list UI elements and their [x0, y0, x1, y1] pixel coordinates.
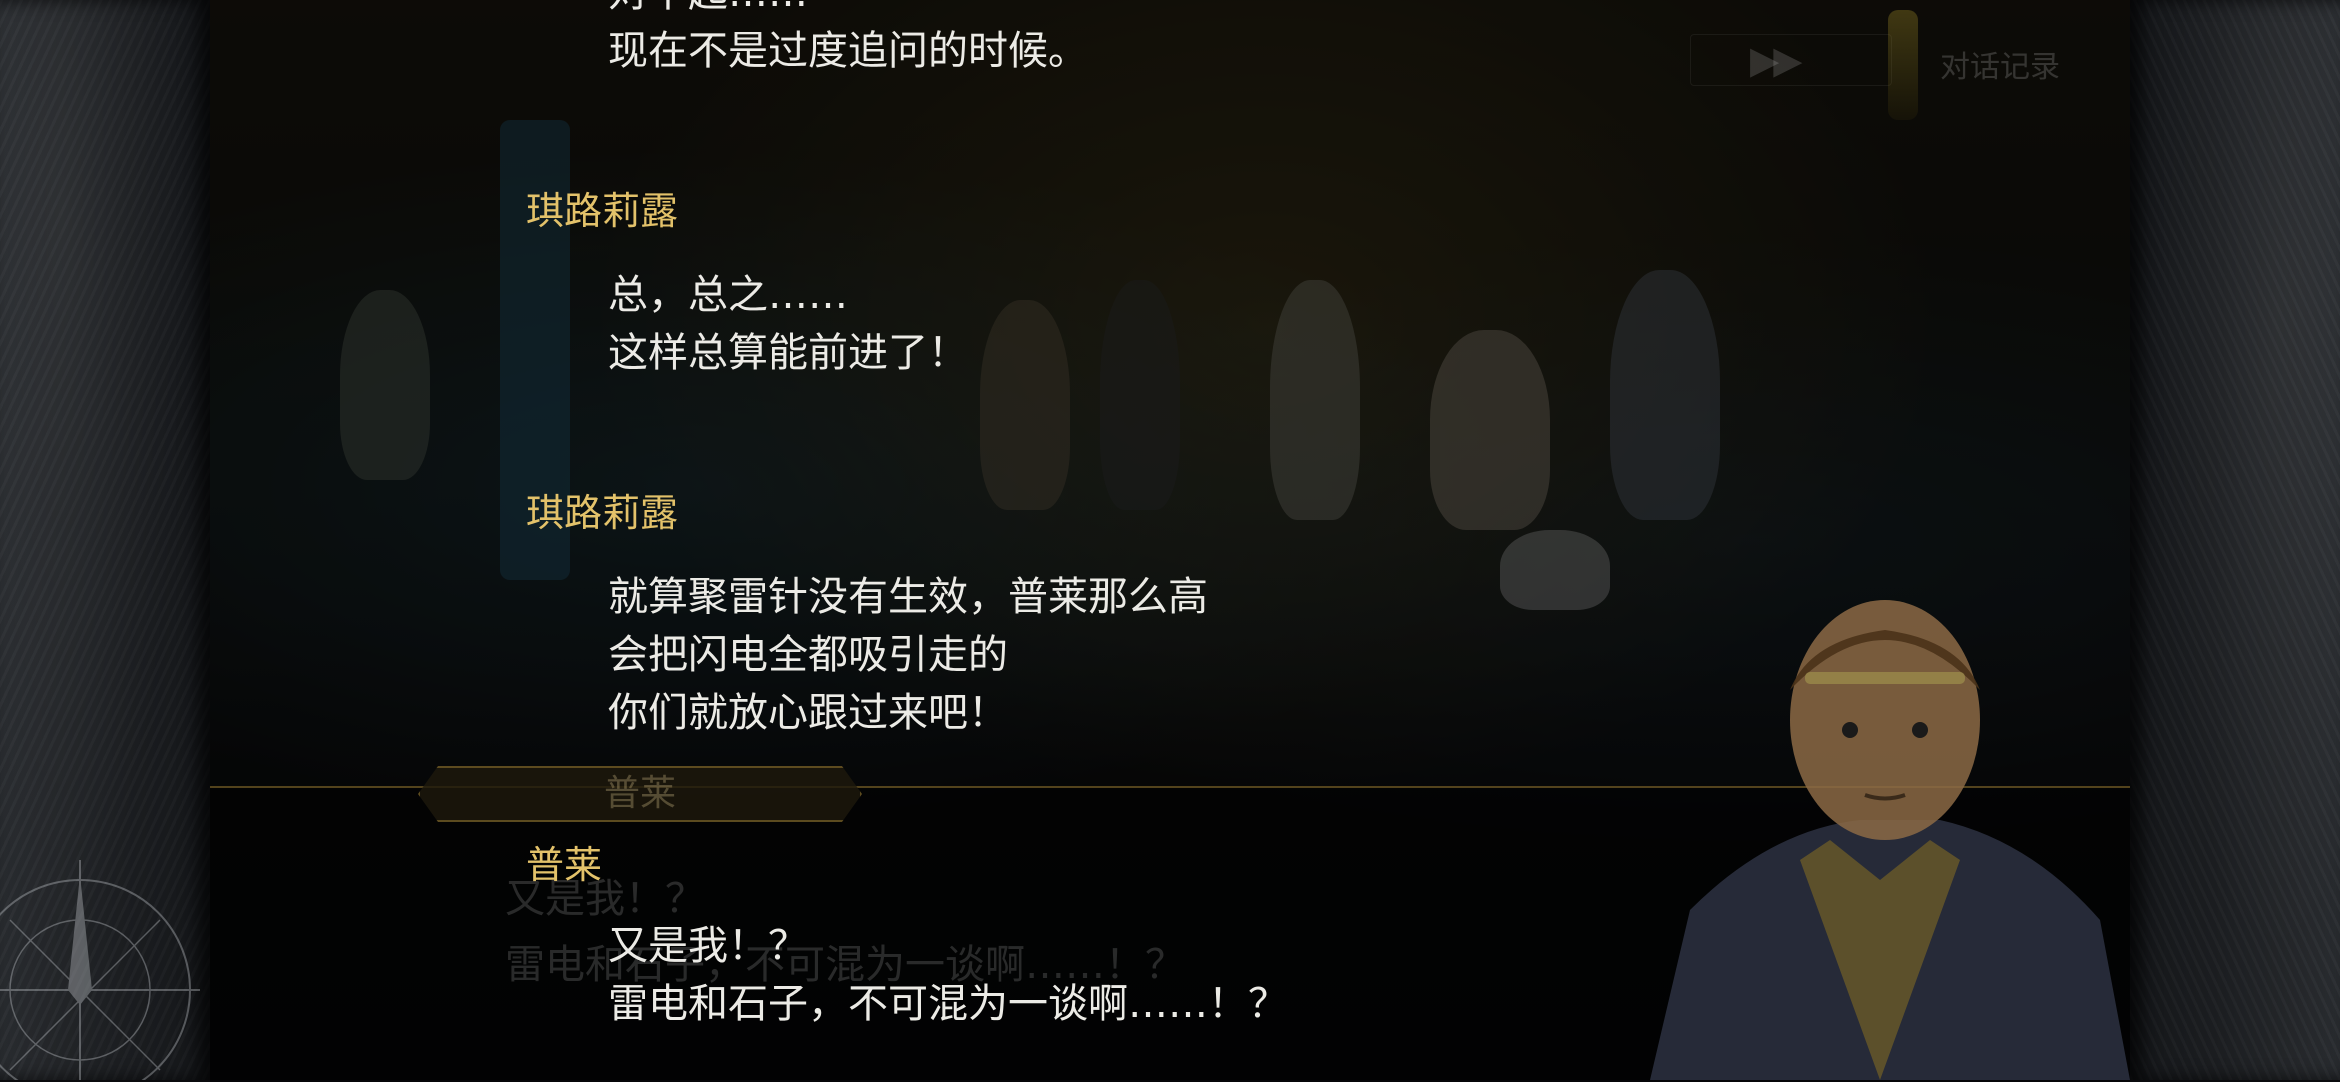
- log-entry-text: 就算聚雷针没有生效，普莱那么高 会把闪电全都吸引走的 你们就放心跟过来吧！: [608, 574, 1208, 736]
- log-entry-text: 对不起…… 现在不是过度追问的时候。: [608, 0, 1088, 74]
- log-entry-text: 又是我！？ 雷电和石子，不可混为一谈啊……！？: [608, 923, 1288, 1027]
- log-entry-text: 总，总之…… 这样总算能前进了！: [608, 272, 968, 376]
- dialogue-log-overlay[interactable]: 对不起…… 现在不是过度追问的时候。 琪路莉露 总，总之…… 这样总算能前进了！…: [0, 0, 2340, 1080]
- log-entry-speaker: 琪路莉露: [526, 189, 679, 233]
- log-entry-speaker: 普莱: [526, 843, 603, 887]
- log-entry-speaker: 琪路莉露: [526, 491, 679, 535]
